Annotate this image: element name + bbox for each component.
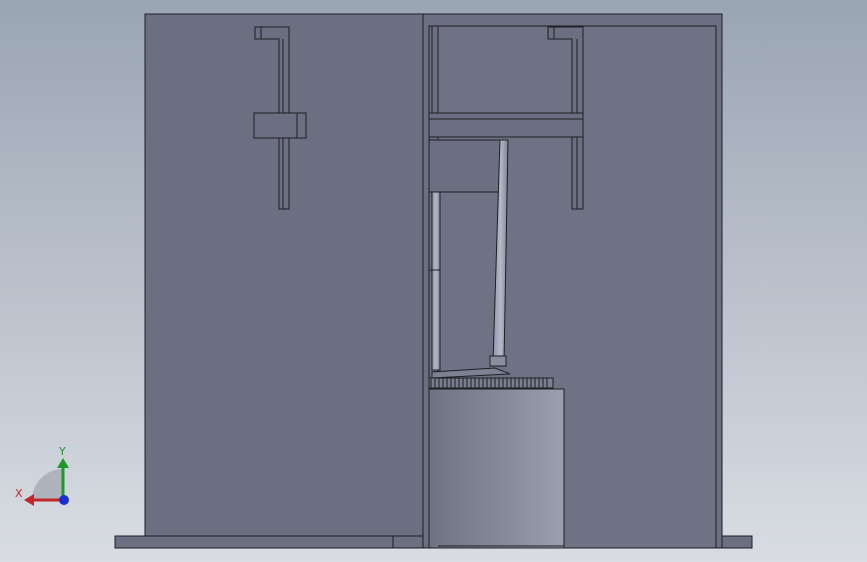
axis-y-label: Y	[58, 445, 66, 458]
axis-x-arrow-icon	[24, 494, 34, 506]
axis-y-arrow-icon	[57, 458, 69, 468]
axis-z-dot-icon	[59, 495, 69, 505]
coordinate-triad: Y X	[15, 445, 69, 506]
graphics-viewport[interactable]: Y X	[0, 0, 867, 562]
axis-x-label: X	[15, 487, 23, 500]
